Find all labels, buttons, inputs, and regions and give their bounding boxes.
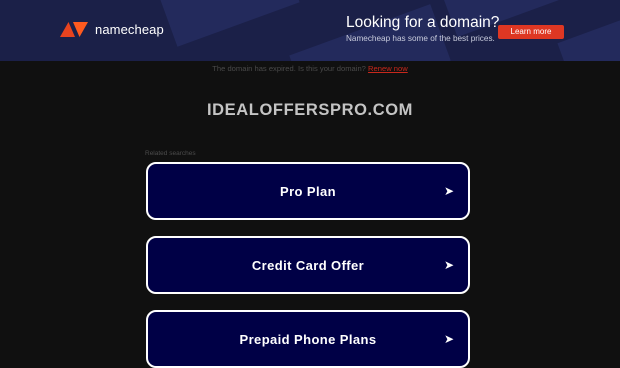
banner-decoration	[160, 0, 300, 47]
banner-decoration	[289, 4, 451, 61]
domain-title: IDEALOFFERSPRO.COM	[206, 101, 414, 119]
namecheap-banner[interactable]: namecheap Looking for a domain? Namechea…	[0, 0, 620, 61]
promo-subtitle: Namecheap has some of the best prices.	[346, 34, 495, 43]
expired-notice-text: The domain has expired. Is this your dom…	[212, 64, 366, 73]
renew-now-link[interactable]: Renew now	[368, 64, 408, 73]
promo-title: Looking for a domain?	[346, 14, 500, 31]
arrow-right-icon: ➤	[443, 332, 454, 346]
related-search-button[interactable]: Pro Plan ➤	[146, 162, 470, 220]
related-search-label: Credit Card Offer	[251, 257, 365, 273]
related-search-label: Pro Plan	[280, 183, 336, 199]
related-search-button[interactable]: Credit Card Offer ➤	[146, 236, 470, 294]
brand-name: namecheap	[95, 22, 164, 37]
namecheap-logo[interactable]: namecheap	[59, 20, 164, 39]
arrow-right-icon: ➤	[443, 258, 454, 272]
arrow-right-icon: ➤	[443, 184, 454, 198]
related-search-button[interactable]: Prepaid Phone Plans ➤	[146, 310, 470, 368]
related-search-label: Prepaid Phone Plans	[239, 331, 377, 347]
related-searches-heading: Related searches	[145, 150, 196, 157]
namecheap-logo-icon	[60, 22, 88, 37]
expired-notice: The domain has expired. Is this your dom…	[0, 64, 620, 73]
learn-more-button[interactable]: Learn more	[498, 25, 564, 39]
banner-decoration	[557, 12, 620, 61]
